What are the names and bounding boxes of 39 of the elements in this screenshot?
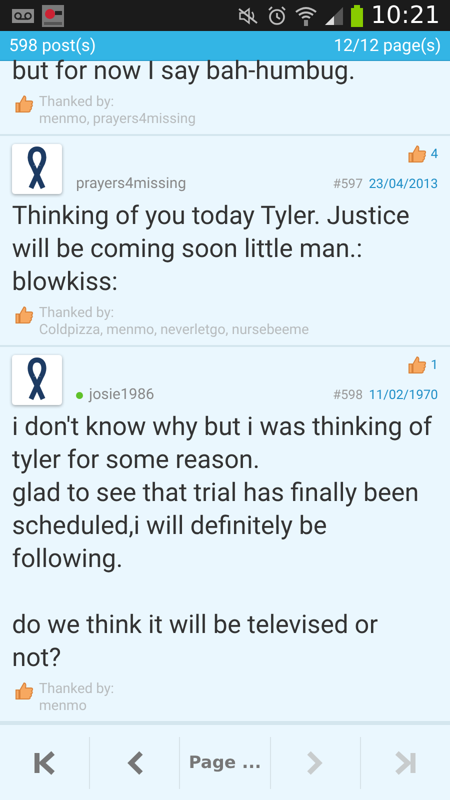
last-page-icon [394, 750, 416, 775]
mute-icon [236, 6, 259, 24]
battery-icon [350, 4, 363, 26]
avatar[interactable] [12, 355, 62, 406]
avatar[interactable] [12, 144, 62, 194]
thanked-label: Thanked by: [39, 305, 115, 322]
voicemail-icon [12, 8, 34, 22]
clock-time: 10:21 [370, 0, 440, 31]
thumbs-up-icon [14, 681, 34, 702]
alarm-icon [266, 6, 287, 26]
post-count: 598 post(s) [9, 36, 96, 56]
thumbs-up-icon [14, 305, 34, 326]
thumbs-up-icon [14, 94, 34, 114]
thanked-label: Thanked by: [39, 94, 115, 112]
thanked-users: menmo [39, 698, 88, 716]
thumbs-up-icon [406, 355, 427, 376]
next-icon [307, 750, 324, 775]
thanked-label: Thanked by: [39, 681, 114, 698]
post-number: #598 [332, 388, 363, 404]
post-text: but for now I say bah-humbug. [12, 55, 356, 88]
page-button[interactable]: Page ... [180, 725, 270, 800]
page-count: 12/12 page(s) [334, 36, 441, 56]
post-number: #597 [332, 177, 363, 192]
author-name[interactable]: josie1986 [76, 385, 154, 404]
post-text: Thinking of you today Tyler. Justice will be coming soon little man.: blowkiss: [12, 200, 410, 300]
wifi-icon [294, 6, 317, 26]
thanks-count: 1 [430, 358, 438, 373]
author-name[interactable]: prayers4missing [76, 174, 186, 192]
post-text: i don't know why but i was thinking of tyler for some reason. glad to see that trial has finally been scheduled,i will definitely be following. do we think it will be televised or not? [12, 411, 434, 676]
signal-icon [324, 6, 343, 24]
thanked-users: menmo, prayers4missing [39, 111, 196, 128]
thanks-count: 4 [430, 146, 438, 162]
first-page-icon [34, 750, 56, 775]
post-date: 23/04/2013 [368, 177, 438, 192]
previous-icon [126, 750, 143, 775]
post-date: 11/02/1970 [368, 388, 438, 404]
thumbs-up-icon [406, 144, 427, 164]
thanked-users: Coldpizza, menmo, neverletgo, nursebeeme [39, 322, 309, 340]
app-icon [42, 4, 64, 26]
